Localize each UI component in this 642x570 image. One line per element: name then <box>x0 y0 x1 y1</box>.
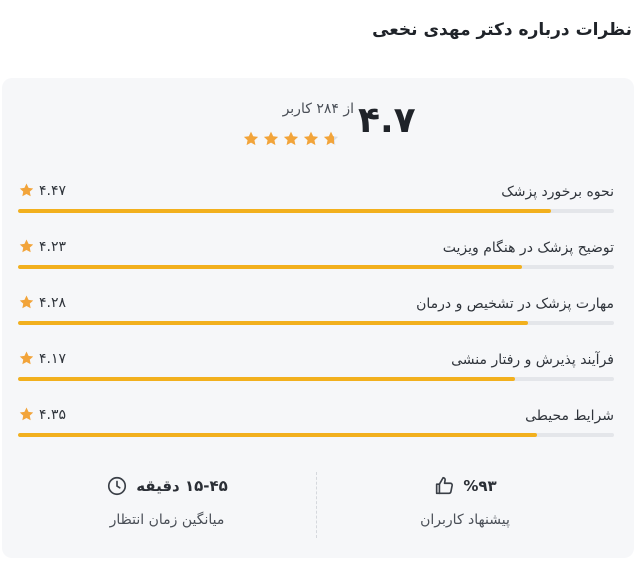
overall-score: ۴.۷ <box>358 100 416 141</box>
criterion-value: ۴.۱۷ <box>39 350 67 367</box>
thumbs-up-icon <box>433 475 455 497</box>
criterion-value: ۴.۲۸ <box>39 294 67 311</box>
star-icon <box>282 130 300 148</box>
wait-time-stat: ۱۵-۴۵ دقیقه میانگین زمان انتظار <box>42 474 292 528</box>
criterion-row: توضیح پزشک در هنگام ویزیت ۴.۲۳ <box>18 238 614 282</box>
star-icon <box>18 238 35 255</box>
rating-bar-fill <box>18 377 516 381</box>
star-icon <box>18 406 35 423</box>
rating-bar <box>18 209 614 213</box>
criterion-row: مهارت پزشک در تشخیص و درمان ۴.۲۸ <box>18 294 614 338</box>
page-title: نظرات درباره دکتر مهدی نخعی <box>372 20 632 40</box>
criterion-value: ۴.۲۳ <box>39 238 67 255</box>
star-icon <box>302 130 320 148</box>
rating-bar-fill <box>18 321 529 325</box>
star-icon <box>18 350 35 367</box>
clock-icon <box>106 475 128 497</box>
criterion-label: شرایط محیطی <box>525 408 614 424</box>
criterion-label: فرآیند پذیرش و رفتار منشی <box>451 352 614 368</box>
criterion-label: توضیح پزشک در هنگام ویزیت <box>442 240 614 256</box>
wait-time-label: میانگین زمان انتظار <box>109 512 225 528</box>
criterion-score: ۴.۳۵ <box>18 406 66 423</box>
rating-bar-fill <box>18 265 523 269</box>
recommend-stat: %۹۳ پیشنهاد کاربران <box>340 474 590 528</box>
criterion-value: ۴.۴۷ <box>39 182 67 199</box>
criterion-value: ۴.۳۵ <box>39 406 67 423</box>
star-icon <box>262 130 280 148</box>
criterion-score: ۴.۴۷ <box>18 182 66 199</box>
overall-rating: ۴.۷ از ۲۸۴ کاربر <box>240 100 420 160</box>
wait-time-value: ۱۵-۴۵ دقیقه <box>136 477 228 495</box>
criterion-row: فرآیند پذیرش و رفتار منشی ۴.۱۷ <box>18 350 614 394</box>
star-icon <box>242 130 260 148</box>
rating-bar <box>18 321 614 325</box>
criterion-score: ۴.۲۳ <box>18 238 66 255</box>
criterion-row: شرایط محیطی ۴.۳۵ <box>18 406 614 450</box>
rating-bar-fill <box>18 433 537 437</box>
star-icon <box>18 182 35 199</box>
stats-divider <box>316 472 317 538</box>
reviews-page: نظرات درباره دکتر مهدی نخعی ۴.۷ از ۲۸۴ ک… <box>0 0 642 570</box>
criterion-label: نحوه برخورد پزشک <box>501 184 614 200</box>
rating-bar <box>18 377 614 381</box>
criterion-row: نحوه برخورد پزشک ۴.۴۷ <box>18 182 614 226</box>
star-icon <box>18 294 35 311</box>
recommend-label: پیشنهاد کاربران <box>420 512 510 528</box>
overall-stars <box>242 130 340 148</box>
review-count: از ۲۸۴ کاربر <box>282 101 354 117</box>
star-icon <box>322 130 340 148</box>
criterion-label: مهارت پزشک در تشخیص و درمان <box>416 296 614 312</box>
rating-bar <box>18 265 614 269</box>
criterion-score: ۴.۱۷ <box>18 350 66 367</box>
recommend-value: %۹۳ <box>463 477 497 495</box>
criterion-score: ۴.۲۸ <box>18 294 66 311</box>
rating-bar <box>18 433 614 437</box>
rating-bar-fill <box>18 209 551 213</box>
